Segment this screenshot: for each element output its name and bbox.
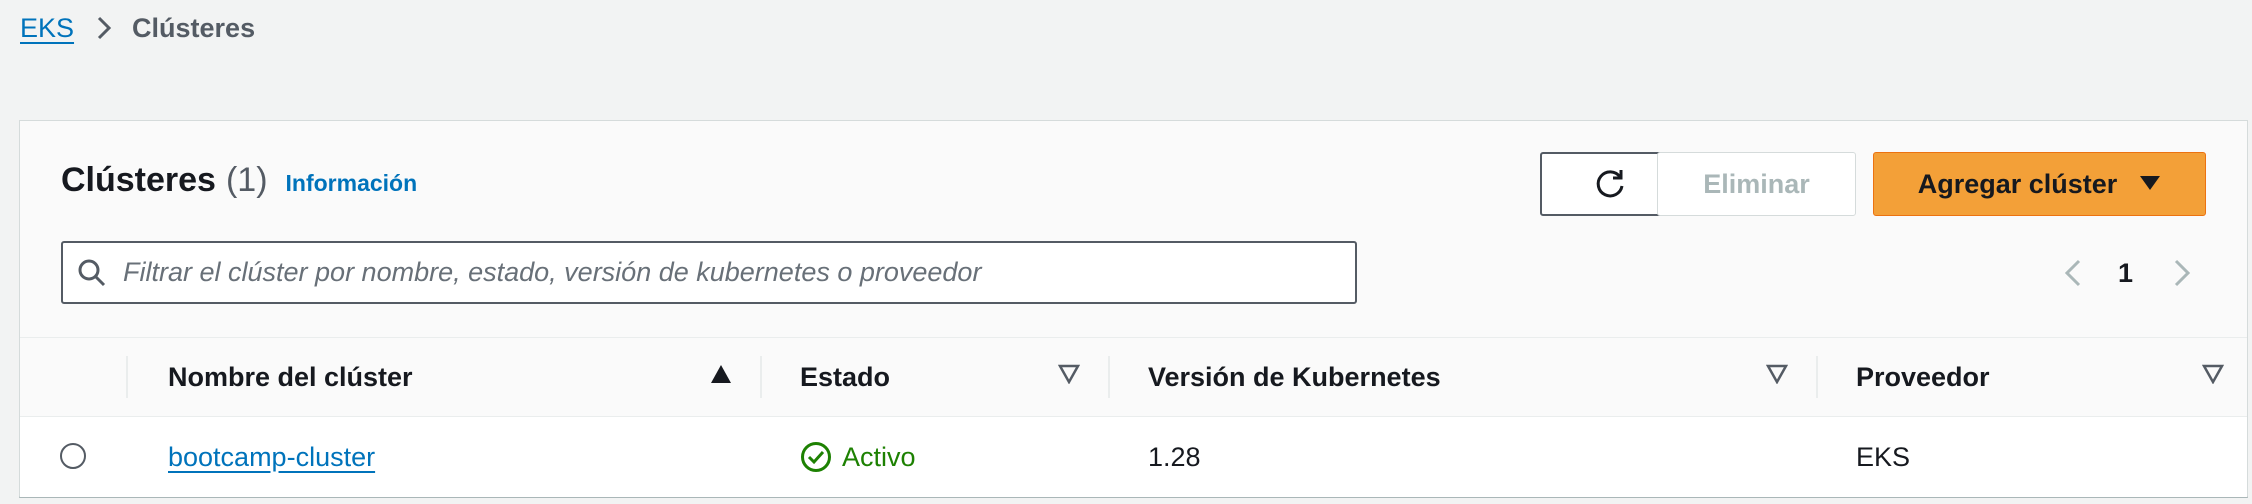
current-page-number[interactable]: 1 bbox=[2118, 258, 2133, 289]
add-cluster-label: Agregar clúster bbox=[1917, 168, 2118, 199]
table-row: bootcamp-cluster Activo 1.28 EKS bbox=[20, 417, 2247, 497]
sort-unsorted-icon[interactable] bbox=[2202, 364, 2224, 384]
add-cluster-button[interactable]: Agregar clúster bbox=[1873, 152, 2206, 216]
row-select-radio[interactable] bbox=[60, 443, 86, 469]
delete-button[interactable]: Eliminar bbox=[1657, 152, 1856, 216]
caret-down-icon bbox=[2139, 170, 2161, 198]
search-input[interactable] bbox=[121, 256, 1325, 289]
sort-ascending-icon[interactable] bbox=[710, 364, 732, 384]
next-page-icon[interactable] bbox=[2173, 258, 2191, 288]
status-success-icon bbox=[800, 441, 832, 473]
status-text: Activo bbox=[842, 441, 916, 472]
provider: EKS bbox=[1856, 441, 1911, 472]
column-header-provider[interactable]: Proveedor bbox=[1856, 338, 1990, 416]
column-divider bbox=[126, 356, 128, 398]
breadcrumb: EKS Clústeres bbox=[20, 8, 255, 48]
column-divider bbox=[1108, 356, 1110, 398]
chevron-right-icon bbox=[96, 15, 112, 41]
sort-unsorted-icon[interactable] bbox=[1766, 364, 1788, 384]
sort-unsorted-icon[interactable] bbox=[1058, 364, 1080, 384]
kubernetes-version: 1.28 bbox=[1148, 441, 1201, 472]
panel-header: Clústeres (1) Información bbox=[61, 161, 417, 209]
delete-button-label: Eliminar bbox=[1703, 168, 1810, 199]
column-divider bbox=[1816, 356, 1818, 398]
info-link[interactable]: Información bbox=[286, 170, 418, 197]
table-header: Nombre del clúster Estado Versión de Kub… bbox=[20, 337, 2247, 417]
column-header-status[interactable]: Estado bbox=[800, 338, 890, 416]
cluster-count: (1) bbox=[225, 161, 268, 199]
cluster-name-link[interactable]: bootcamp-cluster bbox=[168, 442, 375, 473]
status-badge: Activo bbox=[800, 441, 916, 473]
column-header-name[interactable]: Nombre del clúster bbox=[168, 338, 413, 416]
search-icon bbox=[77, 258, 107, 288]
breadcrumb-current: Clústeres bbox=[132, 12, 256, 43]
refresh-icon bbox=[1593, 167, 1627, 201]
previous-page-icon[interactable] bbox=[2064, 258, 2082, 288]
breadcrumb-eks-link[interactable]: EKS bbox=[20, 13, 74, 44]
pagination: 1 bbox=[2064, 251, 2191, 295]
column-header-version[interactable]: Versión de Kubernetes bbox=[1148, 338, 1441, 416]
clusters-panel: Clústeres (1) Información Eliminar Agreg… bbox=[19, 120, 2248, 498]
page-title: Clústeres bbox=[61, 161, 216, 199]
search-field[interactable] bbox=[61, 241, 1357, 304]
column-divider bbox=[760, 356, 762, 398]
